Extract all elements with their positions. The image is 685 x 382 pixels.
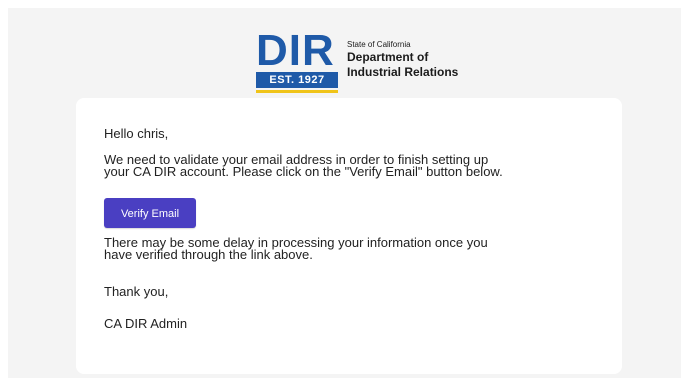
- delay-notice: There may be some delay in processing yo…: [104, 236, 604, 262]
- validation-message-line2: your CA DIR account. Please click on the…: [104, 164, 503, 179]
- logo-gold-underline: [256, 90, 338, 93]
- delay-notice-line2: have verified through the link above.: [104, 247, 313, 262]
- email-card: Hello chris, We need to validate your em…: [76, 98, 622, 374]
- dir-logo-mark: DIR EST. 1927: [256, 29, 338, 95]
- department-label-line1: Department of: [347, 50, 429, 64]
- logo-text: State of California Department of Indust…: [347, 39, 467, 80]
- dir-logo-letters: DIR: [256, 26, 335, 75]
- signature-text: CA DIR Admin: [104, 316, 188, 331]
- validation-message: We need to validate your email address i…: [104, 153, 604, 179]
- verify-email-button[interactable]: Verify Email: [104, 198, 196, 228]
- email-background: DIR EST. 1927 State of California Depart…: [8, 8, 681, 378]
- greeting-text: Hello chris,: [104, 126, 169, 141]
- thanks-text: Thank you,: [104, 284, 169, 299]
- est-badge: EST. 1927: [256, 72, 338, 88]
- dir-logo: DIR EST. 1927 State of California Depart…: [256, 29, 467, 97]
- state-label: State of California: [347, 40, 411, 49]
- department-label-line2: Industrial Relations: [347, 65, 459, 79]
